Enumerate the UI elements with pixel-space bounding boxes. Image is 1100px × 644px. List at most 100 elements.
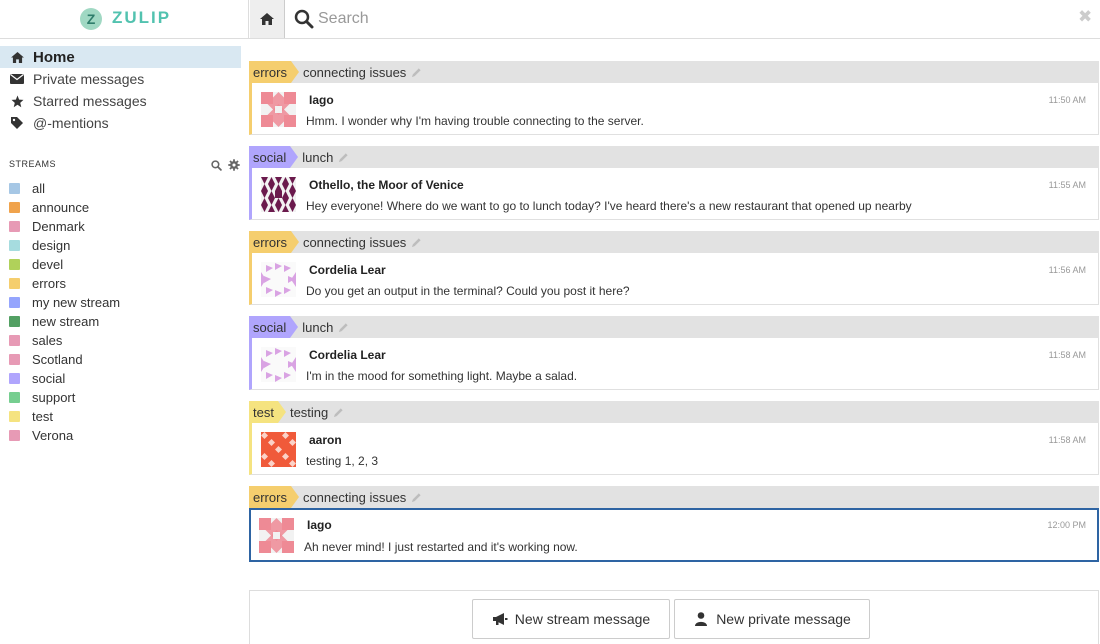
stream-name-label[interactable]: errors <box>249 61 299 83</box>
brand[interactable]: Z ZULIP <box>0 0 249 39</box>
sender-name[interactable]: Cordelia Lear <box>309 348 386 362</box>
user-icon <box>693 611 709 627</box>
topic-label[interactable]: testing <box>290 405 344 420</box>
new-private-message-button[interactable]: New private message <box>674 599 870 639</box>
pencil-icon[interactable] <box>411 492 422 503</box>
avatar[interactable] <box>261 262 296 297</box>
message-time[interactable]: 11:58 AM <box>1049 350 1086 360</box>
stream-item[interactable]: Verona <box>0 426 241 445</box>
topic-label[interactable]: connecting issues <box>303 65 422 80</box>
stream-color-swatch <box>9 392 20 403</box>
nav-label-starred-messages: Starred messages <box>33 93 147 109</box>
stream-item[interactable]: support <box>0 388 241 407</box>
stream-item[interactable]: social <box>0 369 241 388</box>
message-time[interactable]: 11:55 AM <box>1049 180 1086 190</box>
pencil-icon[interactable] <box>338 322 349 333</box>
pencil-icon[interactable] <box>411 67 422 78</box>
sender-name[interactable]: aaron <box>309 433 342 447</box>
stream-item[interactable]: test <box>0 407 241 426</box>
stream-item[interactable]: Denmark <box>0 217 241 236</box>
stream-name-label[interactable]: test <box>249 401 286 423</box>
stream-name: design <box>32 238 71 253</box>
search-icon[interactable] <box>211 160 222 171</box>
new-private-message-label: New private message <box>716 611 851 627</box>
stream-name-label[interactable]: errors <box>249 231 299 253</box>
stream-color-swatch <box>9 411 20 422</box>
topic-label[interactable]: connecting issues <box>303 490 422 505</box>
search-icon[interactable] <box>294 9 314 29</box>
new-stream-message-button[interactable]: New stream message <box>472 599 670 639</box>
stream-item[interactable]: all <box>0 179 241 198</box>
avatar[interactable] <box>261 347 296 382</box>
home-icon <box>10 50 24 64</box>
pencil-icon[interactable] <box>338 152 349 163</box>
stream-name-label[interactable]: social <box>249 146 299 168</box>
topic-name: lunch <box>302 149 334 165</box>
search-box: ✖ <box>286 0 1100 38</box>
message-time[interactable]: 11:58 AM <box>1049 435 1086 445</box>
avatar[interactable] <box>261 177 296 212</box>
message-time[interactable]: 12:00 PM <box>1047 520 1086 530</box>
stream-name-label[interactable]: errors <box>249 486 299 508</box>
tag-icon <box>10 116 24 130</box>
sender-name[interactable]: Iago <box>307 518 332 532</box>
stream-item[interactable]: my new stream <box>0 293 241 312</box>
recipient-bar: errors connecting issues <box>249 61 1099 83</box>
avatar[interactable] <box>261 432 296 467</box>
topic-label[interactable]: lunch <box>302 320 349 335</box>
stream-item[interactable]: announce <box>0 198 241 217</box>
message-row[interactable]: Cordelia Lear 11:58 AM I'm in the mood for… <box>249 338 1099 390</box>
avatar[interactable] <box>261 92 296 127</box>
sender-name[interactable]: Othello, the Moor of Venice <box>309 178 464 192</box>
message-row[interactable]: Iago 11:50 AM Hmm. I wonder why I'm having… <box>249 83 1099 135</box>
message-time[interactable]: 11:50 AM <box>1049 95 1086 105</box>
stream-color-swatch <box>9 278 20 289</box>
gear-icon[interactable] <box>228 159 240 171</box>
nav-item-home[interactable]: Home <box>0 46 241 68</box>
topic-label[interactable]: connecting issues <box>303 235 422 250</box>
recipient-bar: social lunch <box>249 316 1099 338</box>
close-icon[interactable]: ✖ <box>1078 8 1092 25</box>
topic-label[interactable]: lunch <box>302 150 349 165</box>
message-group: social lunch Cordelia Lear 11:58 AM I'm in t… <box>249 316 1099 390</box>
nav-item-starred-messages[interactable]: Starred messages <box>0 90 241 112</box>
avatar[interactable] <box>259 518 294 553</box>
topic-name: testing <box>289 404 329 420</box>
stream-name-label[interactable]: social <box>249 316 299 338</box>
sender-name[interactable]: Iago <box>309 93 334 107</box>
stream-item[interactable]: new stream <box>0 312 241 331</box>
stream-item[interactable]: Scotland <box>0 350 241 369</box>
stream-name: errors <box>32 276 66 291</box>
message-row[interactable]: Iago 12:00 PM Ah never mind! I just restar… <box>249 508 1099 562</box>
stream-name: sales <box>32 333 63 348</box>
stream-name: new stream <box>32 314 100 329</box>
sender-name[interactable]: Cordelia Lear <box>309 263 386 277</box>
topic-name: connecting issues <box>302 64 407 80</box>
envelope-icon <box>10 72 24 86</box>
stream-item[interactable]: design <box>0 236 241 255</box>
pencil-icon[interactable] <box>333 407 344 418</box>
stream-item[interactable]: errors <box>0 274 241 293</box>
message-row[interactable]: Othello, the Moor of Venice 11:55 AM Hey e… <box>249 168 1099 220</box>
search-input[interactable] <box>318 6 1058 32</box>
home-icon <box>260 13 274 25</box>
message-row[interactable]: Cordelia Lear 11:56 AM Do you get an outpu… <box>249 253 1099 305</box>
stream-color-swatch <box>9 240 20 251</box>
nav-label-mentions: @-mentions <box>33 115 109 131</box>
stream-item[interactable]: devel <box>0 255 241 274</box>
top-navbar: Z ZULIP ✖ <box>0 0 1100 39</box>
recipient-bar: errors connecting issues <box>249 486 1099 508</box>
pencil-icon[interactable] <box>411 237 422 248</box>
megaphone-icon <box>492 611 508 627</box>
message-time[interactable]: 11:56 AM <box>1049 265 1086 275</box>
nav-item-mentions[interactable]: @-mentions <box>0 112 241 134</box>
message-group: test testing aaron 11:58 AM testing 1, 2, 3 <box>249 401 1099 475</box>
recipient-bar: test testing <box>249 401 1099 423</box>
message-row[interactable]: aaron 11:58 AM testing 1, 2, 3 <box>249 423 1099 475</box>
stream-item[interactable]: sales <box>0 331 241 350</box>
nav-item-private-messages[interactable]: Private messages <box>0 68 241 90</box>
stream-name: support <box>32 390 76 405</box>
stream-name: social <box>32 371 66 386</box>
message-group: social lunch Othello, the Moor of Venice 11… <box>249 146 1099 220</box>
home-button[interactable] <box>250 0 285 38</box>
